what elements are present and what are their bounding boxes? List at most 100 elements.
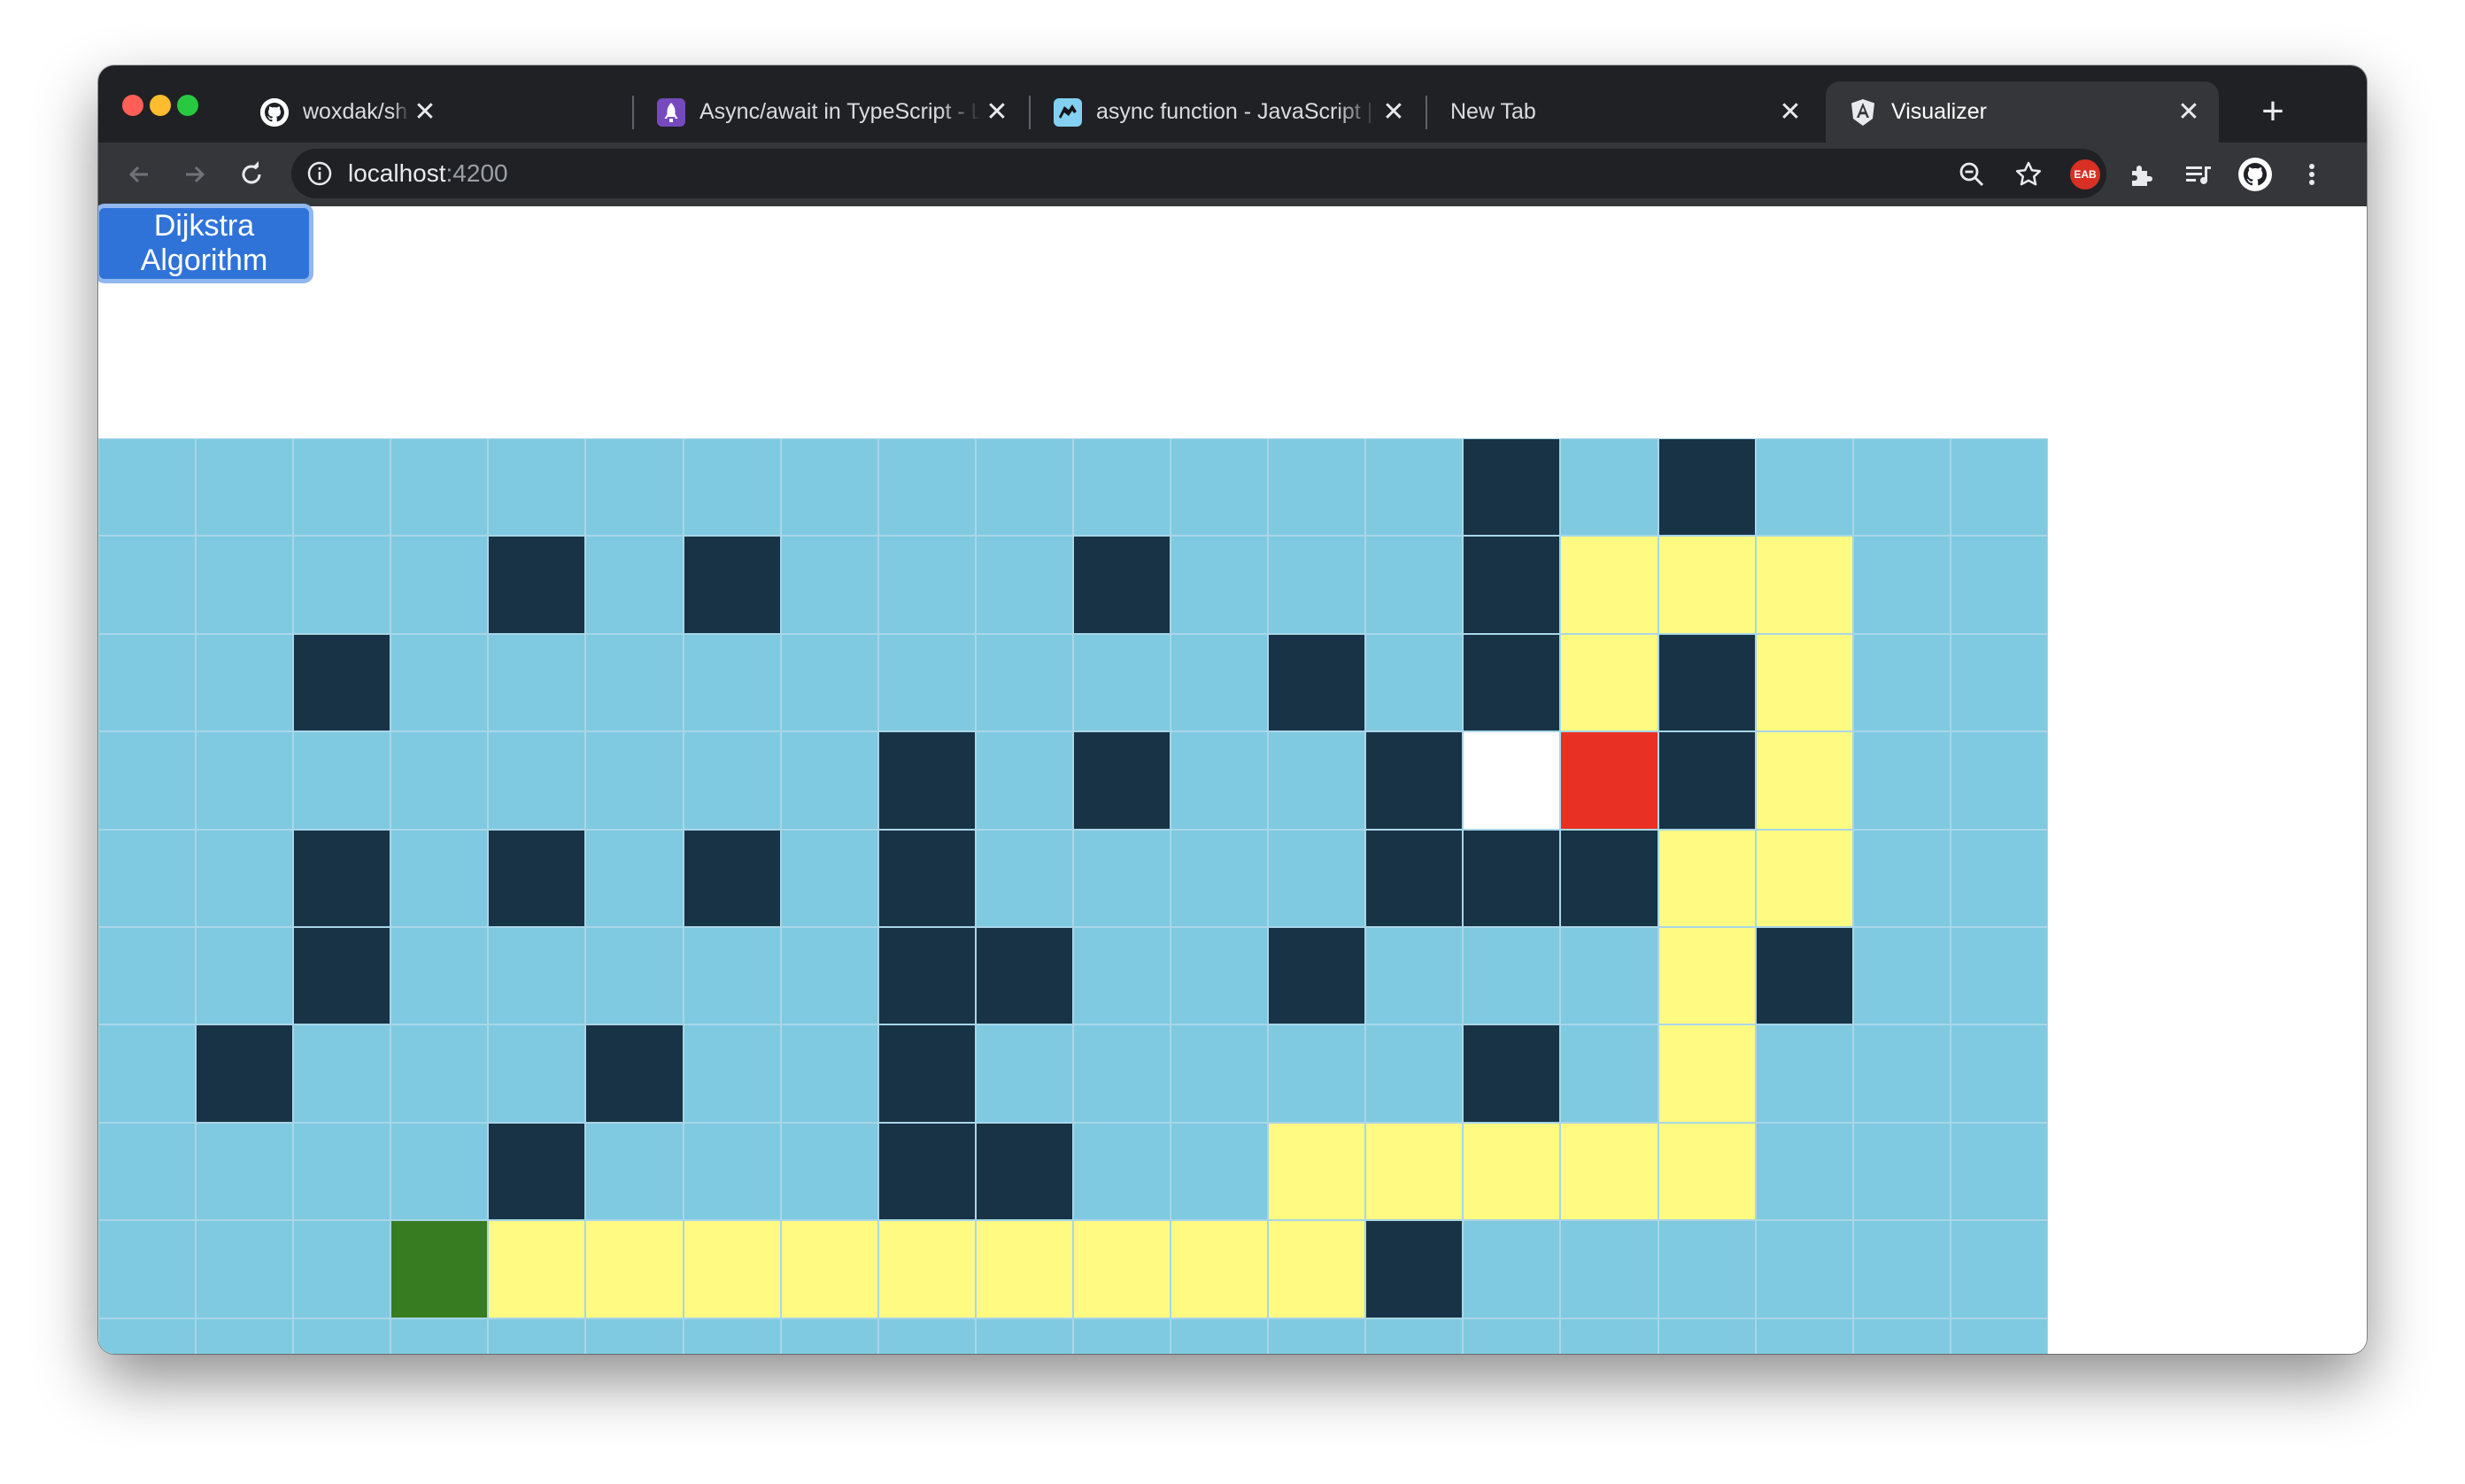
- menu-button[interactable]: [2289, 151, 2335, 197]
- grid-cell-empty[interactable]: [1171, 926, 1269, 1025]
- reload-button[interactable]: [228, 151, 274, 197]
- grid-cell-empty[interactable]: [390, 536, 489, 634]
- grid-cell-empty[interactable]: [293, 536, 391, 634]
- grid-cell-empty[interactable]: [390, 829, 489, 927]
- maximize-window-button[interactable]: [177, 95, 198, 116]
- grid-cell-empty[interactable]: [98, 438, 197, 537]
- grid-cell-empty[interactable]: [585, 731, 684, 830]
- grid-cell-empty[interactable]: [390, 926, 489, 1025]
- grid-cell-empty[interactable]: [780, 536, 878, 634]
- site-info-icon[interactable]: [304, 158, 336, 189]
- grid-cell-empty[interactable]: [1365, 926, 1464, 1025]
- grid-cell-empty[interactable]: [1072, 829, 1171, 927]
- grid-cell-wall[interactable]: [877, 926, 976, 1025]
- grid-cell-empty[interactable]: [196, 438, 294, 537]
- grid-cell-empty[interactable]: [390, 731, 489, 830]
- grid-cell-wall[interactable]: [293, 926, 391, 1025]
- grid-cell-wall[interactable]: [488, 536, 586, 634]
- grid-cell-start[interactable]: [390, 1220, 489, 1318]
- grid-cell-wall[interactable]: [877, 1024, 976, 1123]
- grid-cell-empty[interactable]: [1658, 1220, 1756, 1318]
- grid-cell-empty[interactable]: [196, 731, 294, 830]
- tab-github[interactable]: woxdak/shadowDijkstra_Solver ✕: [237, 81, 455, 143]
- grid-cell-empty[interactable]: [390, 438, 489, 537]
- grid-cell-empty[interactable]: [98, 829, 197, 927]
- grid-cell-empty[interactable]: [1950, 829, 2048, 927]
- grid-cell-empty[interactable]: [196, 536, 294, 634]
- grid-cell-empty[interactable]: [293, 1024, 391, 1123]
- grid-cell-empty[interactable]: [1072, 633, 1171, 732]
- grid-cell-wall[interactable]: [1463, 1024, 1561, 1123]
- grid-cell-path[interactable]: [1171, 1220, 1269, 1318]
- grid-cell-wall[interactable]: [877, 731, 976, 830]
- grid-cell-empty[interactable]: [1072, 1318, 1171, 1354]
- grid-cell-empty[interactable]: [585, 536, 684, 634]
- grid-cell-empty[interactable]: [1268, 1024, 1366, 1123]
- grid-cell-empty[interactable]: [1852, 926, 1951, 1025]
- grid-cell-empty[interactable]: [98, 1220, 197, 1318]
- back-button[interactable]: [116, 151, 162, 197]
- grid-cell-empty[interactable]: [1365, 633, 1464, 732]
- grid-cell-empty[interactable]: [780, 1122, 878, 1221]
- grid-cell-empty[interactable]: [1463, 1318, 1561, 1354]
- grid-cell-empty[interactable]: [1658, 1318, 1756, 1354]
- grid-cell-wall[interactable]: [1463, 536, 1561, 634]
- grid-cell-path[interactable]: [1658, 536, 1756, 634]
- grid-cell-path[interactable]: [1072, 1220, 1171, 1318]
- grid-cell-path[interactable]: [780, 1220, 878, 1318]
- tab-new-tab[interactable]: New Tab ✕: [1427, 81, 1820, 143]
- bookmark-button[interactable]: [2005, 151, 2052, 197]
- grid-cell-empty[interactable]: [683, 1122, 781, 1221]
- grid-cell-wall[interactable]: [1463, 633, 1561, 732]
- grid-cell-empty[interactable]: [1560, 1318, 1658, 1354]
- grid-cell-empty[interactable]: [1852, 633, 1951, 732]
- grid-cell-wall[interactable]: [877, 1122, 976, 1221]
- grid-cell-empty[interactable]: [488, 633, 586, 732]
- grid-cell-empty[interactable]: [1755, 1122, 1853, 1221]
- close-tab-icon[interactable]: ✕: [981, 98, 1013, 126]
- grid-cell-wall[interactable]: [1755, 926, 1853, 1025]
- grid-cell-wall[interactable]: [1365, 1220, 1464, 1318]
- grid-cell-wall[interactable]: [585, 1024, 684, 1123]
- grid-cell-empty[interactable]: [293, 1122, 391, 1221]
- tab-visualizer[interactable]: Visualizer ✕: [1826, 81, 2219, 143]
- grid-cell-path[interactable]: [683, 1220, 781, 1318]
- grid-cell-empty[interactable]: [1852, 829, 1951, 927]
- minimize-window-button[interactable]: [150, 95, 171, 116]
- extension-eab-button[interactable]: EAB: [2062, 151, 2108, 197]
- grid-cell-empty[interactable]: [1560, 926, 1658, 1025]
- grid-cell-empty[interactable]: [390, 1318, 489, 1354]
- grid-cell-empty[interactable]: [488, 926, 586, 1025]
- extensions-button[interactable]: [2119, 151, 2165, 197]
- grid-cell-empty[interactable]: [1171, 633, 1269, 732]
- grid-cell-path[interactable]: [1268, 1122, 1366, 1221]
- grid-cell-empty[interactable]: [1463, 926, 1561, 1025]
- grid-cell-wall[interactable]: [1072, 731, 1171, 830]
- grid-cell-wall[interactable]: [293, 633, 391, 732]
- tab-logrocket[interactable]: Async/await in TypeScript - LogRocket Bl…: [634, 81, 1027, 143]
- grid-cell-empty[interactable]: [1950, 731, 2048, 830]
- grid-cell-path[interactable]: [1560, 1122, 1658, 1221]
- grid-cell-empty[interactable]: [877, 438, 976, 537]
- grid-cell-empty[interactable]: [780, 926, 878, 1025]
- grid-cell-empty[interactable]: [585, 633, 684, 732]
- grid-cell-wall[interactable]: [1658, 438, 1756, 537]
- grid-cell-wall[interactable]: [1658, 731, 1756, 830]
- grid-cell-empty[interactable]: [585, 829, 684, 927]
- zoom-button[interactable]: [1949, 151, 1995, 197]
- grid-cell-empty[interactable]: [877, 633, 976, 732]
- grid-cell-empty[interactable]: [1171, 438, 1269, 537]
- grid-cell-empty[interactable]: [98, 1024, 197, 1123]
- grid-cell-path[interactable]: [1658, 926, 1756, 1025]
- grid-cell-empty[interactable]: [1560, 1220, 1658, 1318]
- grid-cell-empty[interactable]: [585, 926, 684, 1025]
- grid-cell-empty[interactable]: [196, 1318, 294, 1354]
- grid-cell-empty[interactable]: [1171, 1024, 1269, 1123]
- new-tab-button[interactable]: +: [2248, 87, 2298, 136]
- grid-cell-empty[interactable]: [1852, 1220, 1951, 1318]
- grid-cell-empty[interactable]: [1268, 731, 1366, 830]
- grid-cell-empty[interactable]: [390, 1122, 489, 1221]
- grid-cell-empty[interactable]: [877, 536, 976, 634]
- close-tab-icon[interactable]: ✕: [1378, 98, 1410, 126]
- grid-cell-wall[interactable]: [1463, 829, 1561, 927]
